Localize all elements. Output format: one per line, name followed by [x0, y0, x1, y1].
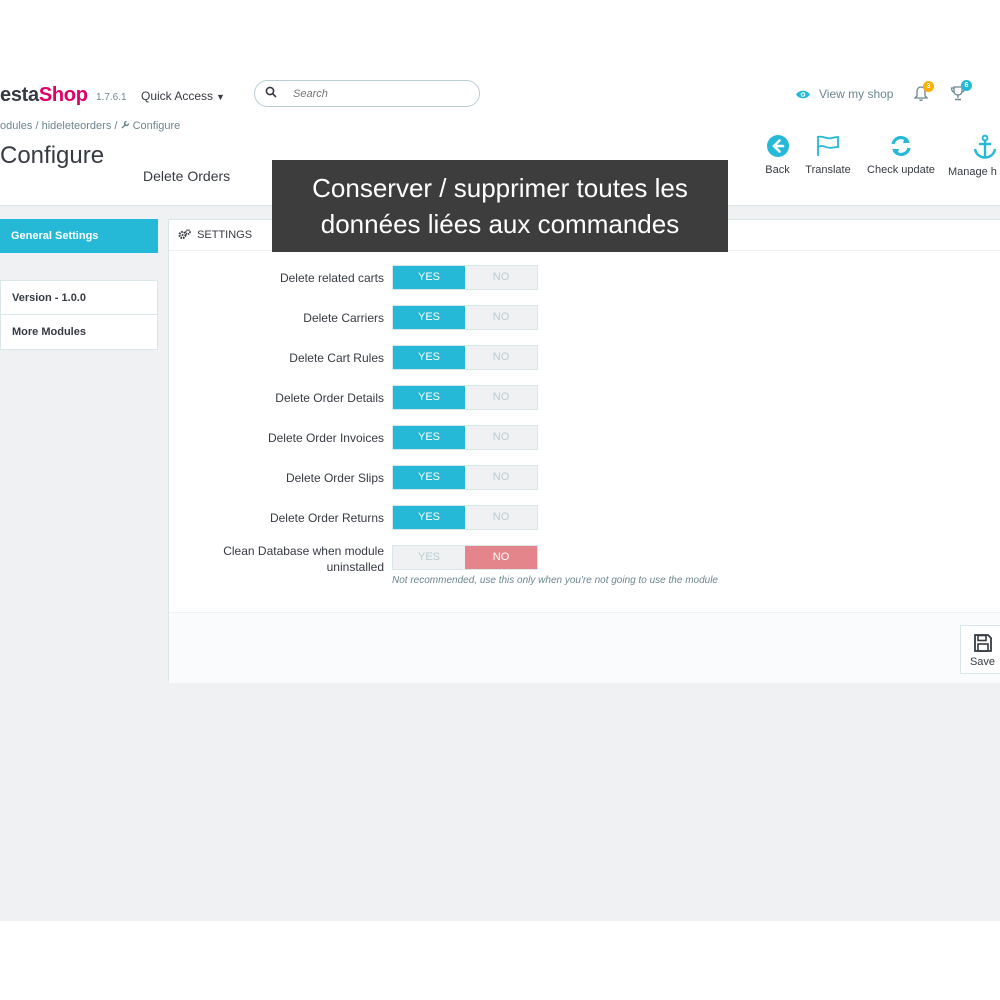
no-option[interactable]: NO	[465, 506, 537, 529]
anchor-icon	[973, 134, 997, 159]
app-window: estaShop 1.7.6.1 Quick Access▼ View my s…	[0, 70, 1000, 921]
notification-badge: 3	[923, 81, 934, 92]
setting-row: Clean Database when module uninstalled Y…	[169, 544, 1000, 586]
back-label: Back	[765, 164, 790, 176]
setting-row: Delete Order Invoices YES NO	[169, 425, 1000, 451]
yes-option[interactable]: YES	[393, 546, 465, 569]
yes-option[interactable]: YES	[393, 306, 465, 329]
setting-row: Delete Carriers YES NO	[169, 305, 1000, 331]
trophy-button[interactable]: 6	[950, 80, 972, 107]
back-button[interactable]: Back	[765, 134, 790, 176]
breadcrumb-module[interactable]: hideleteorders	[42, 120, 112, 132]
eye-icon	[796, 90, 810, 98]
logo-text-2: Shop	[38, 84, 88, 106]
breadcrumb-modules[interactable]: odules	[0, 120, 32, 132]
setting-row: Delete related carts YES NO	[169, 265, 1000, 291]
caption-overlay: Conserver / supprimer toutes les données…	[272, 160, 728, 252]
setting-label: Delete related carts	[279, 271, 384, 285]
no-option[interactable]: NO	[465, 346, 537, 369]
setting-label: Delete Carriers	[303, 311, 384, 325]
panel-heading-label: SETTINGS	[197, 229, 253, 241]
setting-label: Delete Order Returns	[269, 511, 384, 525]
view-my-shop-label: View my shop	[819, 87, 894, 101]
no-option[interactable]: NO	[465, 266, 537, 289]
logo[interactable]: estaShop	[0, 84, 88, 107]
breadcrumb: odules / hideleteorders / Configure	[0, 120, 180, 132]
notifications-button[interactable]: 3	[913, 81, 934, 107]
sidebar-menu: Version - 1.0.0 More Modules	[0, 280, 158, 350]
breadcrumb-separator: /	[35, 120, 39, 132]
delete-carriers-switch[interactable]: YES NO	[392, 305, 538, 330]
panel-footer: Save	[169, 612, 1000, 683]
manage-hooks-label: Manage h	[948, 166, 997, 178]
refresh-icon	[891, 135, 911, 157]
delete-order-details-switch[interactable]: YES NO	[392, 385, 538, 410]
version-label: 1.7.6.1	[96, 92, 127, 103]
cogs-icon	[178, 229, 191, 239]
delete-order-invoices-switch[interactable]: YES NO	[392, 425, 538, 450]
top-bar: estaShop 1.7.6.1 Quick Access▼ View my s…	[0, 70, 1000, 120]
translate-label: Translate	[805, 164, 851, 176]
breadcrumb-separator: /	[114, 120, 118, 132]
breadcrumb-configure: Configure	[132, 120, 181, 132]
delete-cart-rules-switch[interactable]: YES NO	[392, 345, 538, 370]
search-box[interactable]	[254, 80, 480, 107]
manage-hooks-button[interactable]: Manage h	[948, 134, 1000, 178]
delete-order-slips-switch[interactable]: YES NO	[392, 465, 538, 490]
setting-row: Delete Cart Rules YES NO	[169, 345, 1000, 371]
setting-label: Clean Database when module uninstalled	[223, 544, 384, 574]
delete-carts-switch[interactable]: YES NO	[392, 265, 538, 290]
save-button[interactable]: Save	[960, 625, 1000, 674]
wrench-icon	[121, 120, 129, 129]
back-arrow-icon	[766, 135, 789, 157]
setting-row: Delete Order Details YES NO	[169, 385, 1000, 411]
setting-label: Delete Order Details	[275, 391, 384, 405]
delete-order-returns-switch[interactable]: YES NO	[392, 505, 538, 530]
yes-option[interactable]: YES	[393, 466, 465, 489]
yes-option[interactable]: YES	[393, 506, 465, 529]
settings-panel: SETTINGS Delete related carts YES NO Dele…	[168, 219, 1000, 683]
page-subtitle: Delete Orders	[143, 168, 231, 184]
setting-label: Delete Cart Rules	[289, 351, 384, 365]
floppy-disk-icon	[973, 634, 992, 652]
check-update-label: Check update	[867, 164, 935, 176]
quick-access-menu[interactable]: Quick Access ▼	[141, 89, 225, 103]
page-header: odules / hideleteorders / Configure Conf…	[0, 120, 1000, 252]
no-option[interactable]: NO	[465, 546, 537, 569]
help-text: Not recommended, use this only when you'…	[392, 575, 718, 586]
no-option[interactable]: NO	[465, 466, 537, 489]
logo-text-1: esta	[0, 84, 39, 106]
setting-label: Delete Order Slips	[285, 471, 384, 485]
page-title: Configure	[0, 142, 105, 169]
setting-label: Delete Order Invoices	[267, 431, 384, 445]
view-my-shop-link[interactable]: View my shop	[795, 87, 893, 101]
module-sidebar: General Settings Version - 1.0.0 More Mo…	[0, 219, 158, 350]
yes-option[interactable]: YES	[393, 426, 465, 449]
no-option[interactable]: NO	[465, 306, 537, 329]
caret-down-icon: ▼	[216, 92, 225, 102]
caption-line-2: données liées aux commandes	[320, 209, 680, 239]
no-option[interactable]: NO	[465, 426, 537, 449]
save-label: Save	[969, 656, 996, 668]
sidebar-item-more-modules[interactable]: More Modules	[1, 315, 157, 349]
caption-line-1: Conserver / supprimer toutes les	[312, 173, 688, 203]
sidebar-item-version[interactable]: Version - 1.0.0	[1, 281, 157, 315]
setting-row: Delete Order Slips YES NO	[169, 465, 1000, 491]
clean-database-switch[interactable]: YES NO	[392, 545, 538, 570]
yes-option[interactable]: YES	[393, 346, 465, 369]
translate-button[interactable]: Translate	[803, 134, 853, 176]
search-icon	[265, 86, 277, 98]
yes-option[interactable]: YES	[393, 386, 465, 409]
yes-option[interactable]: YES	[393, 266, 465, 289]
setting-row: Delete Order Returns YES NO	[169, 505, 1000, 531]
no-option[interactable]: NO	[465, 386, 537, 409]
sidebar-item-general-settings[interactable]: General Settings	[0, 219, 158, 253]
quick-access-label: Quick Access	[141, 89, 214, 103]
search-input[interactable]	[293, 85, 463, 102]
trophy-badge: 6	[961, 80, 972, 91]
check-update-button[interactable]: Check update	[865, 134, 937, 176]
flag-icon	[817, 135, 839, 156]
